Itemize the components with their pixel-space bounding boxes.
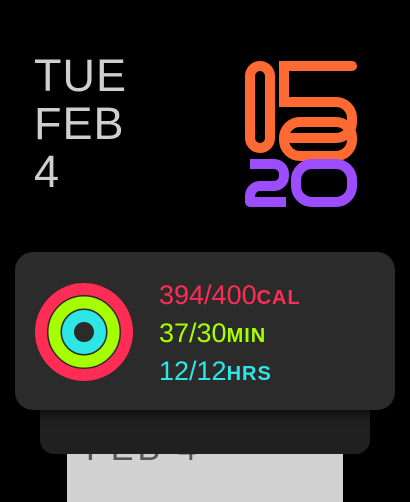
day-label: 4 bbox=[34, 146, 61, 197]
stand-ring bbox=[62, 310, 106, 354]
time-display[interactable]: 05 20 bbox=[244, 60, 360, 208]
activity-card[interactable]: 394/400CAL 37/30MIN 12/12HRS bbox=[15, 252, 395, 410]
exercise-value: 37/30 bbox=[159, 318, 227, 348]
hours-digits: 05 bbox=[245, 61, 357, 161]
minutes-digits: 20 bbox=[245, 159, 357, 207]
month-label: FEB bbox=[34, 98, 125, 149]
stand-value: 12/12 bbox=[159, 356, 227, 386]
move-unit: CAL bbox=[256, 287, 301, 309]
weekday-label: TUE bbox=[34, 50, 127, 101]
stand-unit: HRS bbox=[226, 363, 272, 385]
time-digits-svg: 05 20 bbox=[245, 61, 357, 207]
move-stat: 394/400CAL bbox=[159, 278, 301, 316]
exercise-unit: MIN bbox=[226, 325, 267, 347]
move-value: 394/400 bbox=[159, 280, 257, 310]
date-complication[interactable]: TUE FEB 4 bbox=[34, 52, 127, 196]
stand-stat: 12/12HRS bbox=[159, 354, 301, 392]
activity-rings-icon bbox=[35, 283, 133, 381]
exercise-stat: 37/30MIN bbox=[159, 316, 301, 354]
activity-stats: 394/400CAL 37/30MIN 12/12HRS bbox=[159, 278, 301, 392]
